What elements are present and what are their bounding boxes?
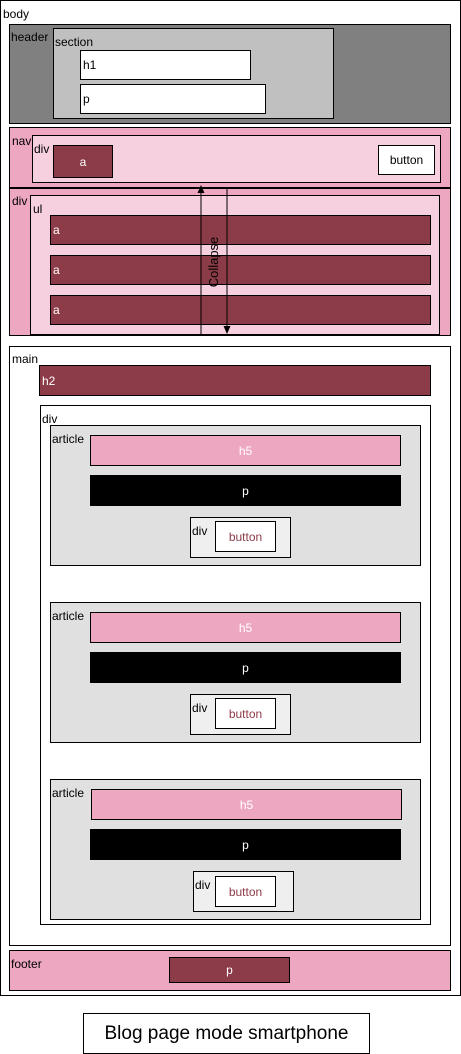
menu-div-label: div xyxy=(12,194,28,208)
diagram-caption: Blog page mode smartphone xyxy=(83,1013,370,1054)
article-1-p-label: p xyxy=(242,483,249,498)
article-2-p-label: p xyxy=(242,660,249,675)
diagram-caption-text: Blog page mode smartphone xyxy=(104,1022,349,1044)
header-h1-label: h1 xyxy=(83,58,97,72)
article-2-p-box: p xyxy=(90,652,401,683)
article-2-button-label: button xyxy=(228,706,263,721)
menu-link-2-label: a xyxy=(53,263,60,277)
article-3-button-box: button xyxy=(215,876,276,907)
article-1-button-label: button xyxy=(228,529,263,544)
article-3-h5-box: h5 xyxy=(91,789,402,820)
nav-link-label: a xyxy=(79,154,87,169)
menu-link-1-label: a xyxy=(53,223,60,237)
articles-div-label: div xyxy=(42,412,58,426)
menu-ul-label: ul xyxy=(33,202,43,216)
footer-p-box: p xyxy=(169,957,290,983)
header-label: header xyxy=(11,30,49,44)
header-p-box: p xyxy=(80,84,266,114)
main-h2-box: h2 xyxy=(39,365,431,396)
nav-div-label: div xyxy=(34,142,50,156)
collapse-label: Collapse xyxy=(206,236,221,288)
header-section-label: section xyxy=(55,35,94,49)
article-2-h5-box: h5 xyxy=(90,612,401,643)
nav-label: nav xyxy=(12,134,32,148)
article-1-h5-box: h5 xyxy=(90,435,401,466)
main-label: main xyxy=(12,352,39,366)
article-2-label: article xyxy=(52,609,85,623)
article-3-div-label: div xyxy=(195,878,211,892)
menu-link-2: a xyxy=(50,255,431,285)
article-3-h5-label: h5 xyxy=(239,797,254,812)
menu-link-3-label: a xyxy=(53,303,60,317)
menu-link-3: a xyxy=(50,295,431,325)
nav-button-box: button xyxy=(378,145,435,175)
article-1-div-label: div xyxy=(192,524,208,538)
article-2-button-box: button xyxy=(215,698,276,729)
nav-button-label: button xyxy=(389,153,424,167)
article-3-p-label: p xyxy=(242,837,249,852)
article-2-div-label: div xyxy=(192,701,208,715)
article-1-p-box: p xyxy=(90,475,401,506)
article-3-label: article xyxy=(52,786,85,800)
nav-link-box: a xyxy=(53,145,113,178)
article-1-button-box: button xyxy=(215,521,276,552)
article-1-label: article xyxy=(52,432,85,446)
footer-label: footer xyxy=(11,957,42,971)
body-label: body xyxy=(3,7,30,21)
article-1-h5-label: h5 xyxy=(238,443,253,458)
header-h1-box: h1 xyxy=(80,50,251,80)
article-2-h5-label: h5 xyxy=(238,620,253,635)
menu-link-1: a xyxy=(50,215,431,245)
article-3-button-label: button xyxy=(228,884,263,899)
main-h2-label: h2 xyxy=(42,373,56,388)
header-p-label: p xyxy=(83,92,90,106)
article-3-p-box: p xyxy=(90,829,401,860)
footer-p-label: p xyxy=(226,963,233,977)
